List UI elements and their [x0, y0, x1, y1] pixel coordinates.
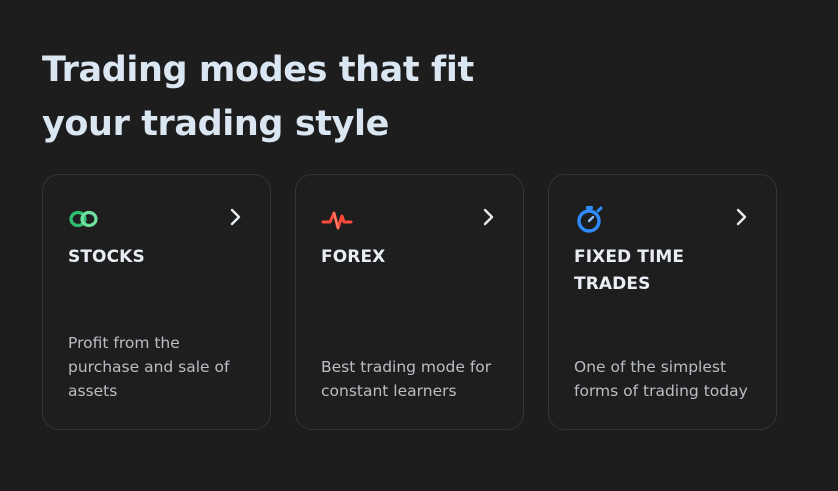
- infinity-icon: [68, 203, 100, 235]
- heading-line-2: your trading style: [42, 104, 389, 144]
- card-description: Best trading mode for constant learners: [321, 358, 492, 400]
- stopwatch-icon: [574, 203, 606, 235]
- chevron-right-icon: [481, 208, 497, 226]
- card-title: STOCKS: [68, 247, 145, 267]
- card-fixed-time-trades[interactable]: FIXED TIME TRADES One of the simplest fo…: [548, 174, 777, 430]
- trading-mode-cards: STOCKS Profit from the purchase and sale…: [42, 174, 777, 430]
- pulse-icon: [321, 203, 353, 235]
- chevron-right-icon: [734, 208, 750, 226]
- card-title: FIXED TIME TRADES: [574, 247, 685, 294]
- card-stocks[interactable]: STOCKS Profit from the purchase and sale…: [42, 174, 271, 430]
- section-heading: Trading modes that fit your trading styl…: [42, 43, 522, 151]
- card-description: Profit from the purchase and sale of ass…: [68, 334, 230, 400]
- card-title: FOREX: [321, 247, 386, 267]
- heading-line-1: Trading modes that fit: [42, 50, 474, 90]
- card-forex[interactable]: FOREX Best trading mode for constant lea…: [295, 174, 524, 430]
- trading-modes-section: Trading modes that fit your trading styl…: [0, 0, 838, 491]
- card-description: One of the simplest forms of trading tod…: [574, 358, 748, 400]
- chevron-right-icon: [228, 208, 244, 226]
